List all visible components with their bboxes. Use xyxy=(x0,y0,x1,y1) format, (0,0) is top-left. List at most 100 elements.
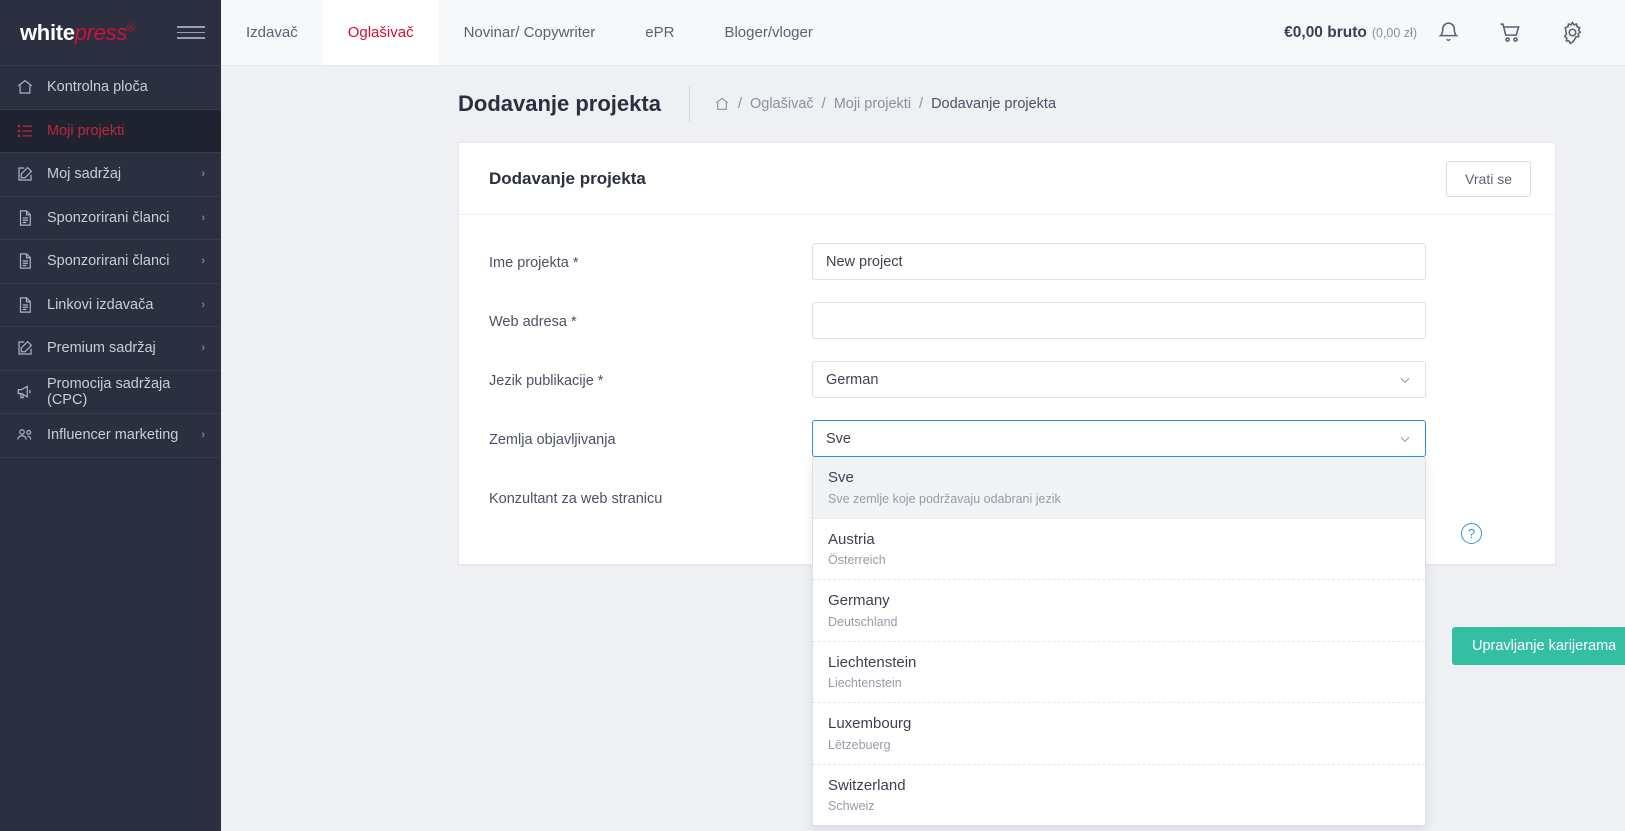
chevron-down-icon xyxy=(1398,432,1412,446)
breadcrumb-link-oglasivac[interactable]: Oglašivač xyxy=(750,96,814,112)
tab-novinar-copywriter[interactable]: Novinar/ Copywriter xyxy=(439,0,621,65)
option-name: Austria xyxy=(828,530,875,548)
sidebar-item-sponzorirani-clanci-2[interactable]: Sponzorirani članci › xyxy=(0,240,221,284)
tab-epr[interactable]: ePR xyxy=(620,0,699,65)
card-body: Ime projekta * Web adresa * Jezik publik… xyxy=(459,215,1555,826)
language-select-value: German xyxy=(826,371,879,388)
web-address-input[interactable] xyxy=(812,302,1426,339)
topbar: Izdavač Oglašivač Novinar/ Copywriter eP… xyxy=(221,0,1625,66)
sidebar: whitepress® Kontrolna ploča Moji projekt… xyxy=(0,0,221,831)
document-icon xyxy=(15,295,34,314)
page-title: Dodavanje projekta xyxy=(458,91,661,116)
option-name: Liechtenstein xyxy=(828,653,917,671)
option-name: Switzerland xyxy=(828,776,906,794)
label-country: Zemlja objavljivanja xyxy=(489,432,616,448)
tab-oglasivac[interactable]: Oglašivač xyxy=(322,0,439,65)
document-icon xyxy=(15,252,34,271)
sidebar-item-moj-sadrzaj[interactable]: Moj sadržaj › xyxy=(0,153,221,197)
dropdown-option-sve[interactable]: Sve Sve zemlje koje podržavaju odabrani … xyxy=(813,457,1425,519)
cart-icon[interactable] xyxy=(1479,20,1541,45)
sidebar-item-label: Sponzorirani članci xyxy=(47,209,170,226)
users-icon xyxy=(15,426,34,445)
brand-logo[interactable]: whitepress® xyxy=(20,20,135,46)
project-form-card: Dodavanje projekta Vrati se Ime projekta… xyxy=(458,142,1556,826)
project-name-input[interactable] xyxy=(812,243,1426,280)
country-select-value: Sve xyxy=(826,430,851,447)
manage-careers-button[interactable]: Upravljanje karijerama xyxy=(1452,627,1625,665)
label-project-name: Ime projekta * xyxy=(489,255,579,271)
option-name: Luxembourg xyxy=(828,715,912,732)
sidebar-item-premium-sadrzaj[interactable]: Premium sadržaj › xyxy=(0,327,221,371)
edit-icon xyxy=(15,165,34,184)
breadcrumb-link-moji-projekti[interactable]: Moji projekti xyxy=(834,96,911,112)
topbar-right: €0,00 bruto (0,00 zł) xyxy=(1284,0,1625,65)
sidebar-logo-row: whitepress® xyxy=(0,0,221,66)
sidebar-item-label: Kontrolna ploča xyxy=(47,79,148,96)
sidebar-item-influencer-marketing[interactable]: Influencer marketing › xyxy=(0,414,221,458)
sidebar-item-moji-projekti[interactable]: Moji projekti xyxy=(0,109,221,153)
sidebar-item-label: Promocija sadržaja (CPC) xyxy=(47,375,171,408)
chevron-down-icon xyxy=(1398,373,1412,387)
option-native-name: Sve zemlje koje podržavaju odabrani jezi… xyxy=(828,491,1061,506)
document-icon xyxy=(15,208,34,227)
sidebar-item-linkovi-izdavaca[interactable]: Linkovi izdavača › xyxy=(0,284,221,327)
content-area: Dodavanje projekta Vrati se Ime projekta… xyxy=(221,142,1625,831)
form-row-project-name: Ime projekta * xyxy=(489,243,1525,280)
option-native-name: Deutschland xyxy=(828,614,898,629)
field-wrap-country: Sve Sve Sve zemlje koje podržavaju odabr… xyxy=(812,420,1426,826)
chevron-right-icon: › xyxy=(201,429,205,442)
dropdown-option-austria[interactable]: Austria Österreich xyxy=(813,519,1425,580)
divider xyxy=(688,86,690,122)
balance-secondary: (0,00 zł) xyxy=(1371,25,1417,40)
megaphone-icon xyxy=(15,382,34,401)
question-mark-icon[interactable]: ? xyxy=(1461,523,1482,544)
field-wrap-project-name xyxy=(812,243,1426,280)
breadcrumb-separator: / xyxy=(737,96,742,112)
option-name: Germany xyxy=(828,592,890,609)
breadcrumb-separator: / xyxy=(919,96,924,112)
label-web-address: Web adresa * xyxy=(489,314,577,330)
breadcrumb-bar: Dodavanje projekta / Oglašivač / Moji pr… xyxy=(221,66,1625,142)
option-native-name: Liechtenstein xyxy=(828,676,902,691)
sidebar-item-label: Moj sadržaj xyxy=(47,166,122,183)
dropdown-option-luxembourg[interactable]: Luxembourg Lëtzebuerg xyxy=(813,703,1425,765)
dropdown-option-liechtenstein[interactable]: Liechtenstein Liechtenstein xyxy=(813,642,1425,703)
country-select[interactable]: Sve xyxy=(812,420,1426,457)
option-name: Sve xyxy=(828,469,854,486)
sidebar-item-label: Premium sadržaj xyxy=(47,340,156,357)
label-language: Jezik publikacije * xyxy=(489,373,604,389)
bell-icon[interactable] xyxy=(1417,20,1479,45)
chevron-right-icon: › xyxy=(201,211,205,224)
dropdown-option-germany[interactable]: Germany Deutschland xyxy=(813,580,1425,642)
sidebar-item-sponzorirani-clanci-1[interactable]: Sponzorirani članci › xyxy=(0,197,221,240)
card-header: Dodavanje projekta Vrati se xyxy=(459,143,1555,215)
hamburger-icon[interactable] xyxy=(177,26,205,39)
logo-part-white: white xyxy=(20,19,75,45)
tab-bloger-vloger[interactable]: Bloger/vloger xyxy=(699,0,837,65)
breadcrumb: / Oglašivač / Moji projekti / Dodavanje … xyxy=(714,96,1056,112)
sidebar-item-kontrolna-ploca[interactable]: Kontrolna ploča xyxy=(0,66,221,110)
account-balance: €0,00 bruto (0,00 zł) xyxy=(1284,24,1417,42)
breadcrumb-current: Dodavanje projekta xyxy=(931,96,1057,112)
language-select[interactable]: German xyxy=(812,361,1426,398)
label-consultant: Konzultant za web stranicu xyxy=(489,491,663,507)
option-native-name: Schweiz xyxy=(828,799,875,814)
sidebar-item-label: Linkovi izdavača xyxy=(47,296,154,313)
field-wrap-web-address xyxy=(812,302,1426,339)
card-title: Dodavanje projekta xyxy=(489,168,646,188)
balance-amount: €0,00 bruto xyxy=(1284,23,1367,41)
logo-part-press: press xyxy=(74,19,128,45)
chevron-right-icon: › xyxy=(201,342,205,355)
chevron-right-icon: › xyxy=(201,298,205,311)
back-button[interactable]: Vrati se xyxy=(1446,160,1531,197)
sidebar-item-label: Moji projekti xyxy=(47,122,125,139)
tab-izdavac[interactable]: Izdavač xyxy=(221,0,323,65)
sidebar-item-promocija-sadrzaja-cpc[interactable]: Promocija sadržaja (CPC) xyxy=(0,371,221,414)
gear-icon[interactable] xyxy=(1541,20,1603,45)
option-native-name: Lëtzebuerg xyxy=(828,737,891,752)
app-root: whitepress® Kontrolna ploča Moji projekt… xyxy=(0,0,1625,831)
breadcrumb-separator: / xyxy=(821,96,826,112)
dropdown-option-switzerland[interactable]: Switzerland Schweiz xyxy=(813,765,1425,826)
home-icon[interactable] xyxy=(714,96,730,112)
chevron-right-icon: › xyxy=(201,168,205,181)
